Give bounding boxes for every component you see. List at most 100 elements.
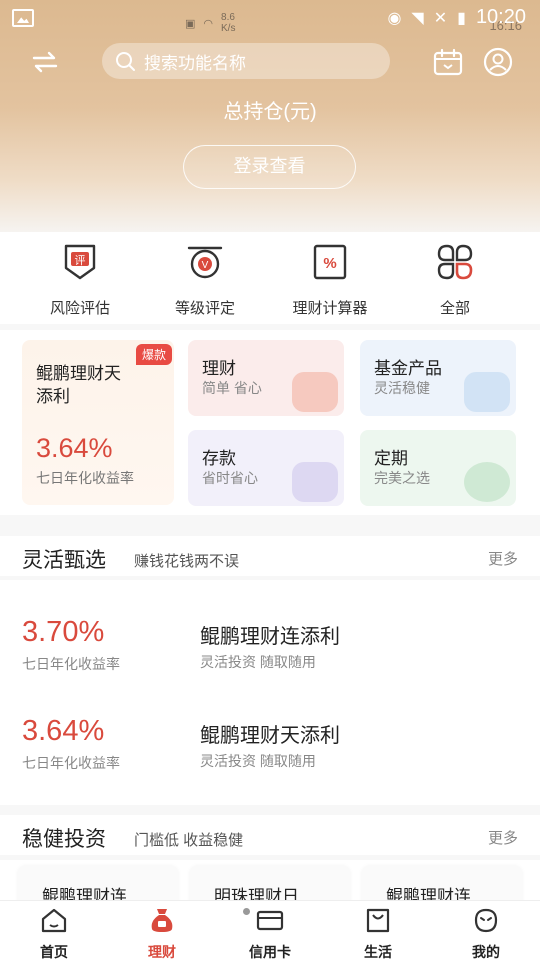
list-item[interactable]: 3.70% 七日年化收益率 鲲鹏理财连添利 灵活投资 随取随用 — [0, 612, 540, 684]
quick-action-all[interactable]: 全部 — [395, 242, 515, 318]
robust-more-link[interactable]: 更多 — [488, 827, 518, 848]
net-speed-value: 8.6 — [221, 12, 235, 23]
robust-card-title: 明珠理财日 — [214, 887, 299, 900]
switch-account-icon[interactable] — [30, 50, 60, 74]
section-subtitle: 门槛低 收益稳健 — [134, 832, 244, 849]
user-avatar-icon[interactable] — [483, 47, 513, 77]
robust-section-header: 稳健投资 门槛低 收益稳健 更多 — [0, 815, 540, 855]
wealth-bag-icon — [151, 909, 173, 932]
bottom-tab-bar: 首页 理财 信用卡 生活 我的 — [0, 900, 540, 960]
quick-action-label: 等级评定 — [174, 300, 235, 317]
featured-rate-label: 七日年化收益率 — [36, 470, 134, 486]
tab-label: 我的 — [472, 944, 500, 960]
hot-badge: 爆款 — [135, 344, 172, 365]
all-apps-icon — [437, 244, 473, 280]
calculator-icon: % — [313, 244, 347, 280]
risk-assessment-icon: 评 — [64, 244, 96, 280]
robust-card[interactable]: 鲲鹏理财连 — [362, 866, 522, 900]
home-icon — [41, 908, 67, 933]
status-right-group: ◉ ◥ ✕ ▮ 16:16 10:20 — [387, 6, 526, 33]
tab-label: 首页 — [40, 944, 68, 960]
level-rating-icon: V — [187, 246, 223, 279]
robust-card-title: 鲲鹏理财连 — [42, 887, 127, 900]
category-subtitle: 灵活稳健 — [374, 380, 430, 396]
tab-label: 生活 — [364, 944, 392, 960]
tab-life[interactable]: 生活 — [324, 907, 432, 960]
quick-action-calculator[interactable]: % 理财计算器 — [270, 242, 390, 318]
category-title: 定期 — [374, 449, 408, 468]
product-name: 鲲鹏理财连添利 — [200, 626, 340, 648]
search-placeholder: 搜索功能名称 — [144, 53, 246, 73]
category-card-deposit[interactable]: 存款 省时省心 — [188, 430, 344, 506]
flexible-more-link[interactable]: 更多 — [488, 548, 518, 569]
wifi-icon: ◠ — [203, 17, 214, 30]
category-subtitle: 简单 省心 — [202, 380, 262, 396]
search-bar[interactable]: 搜索功能名称 — [102, 43, 390, 79]
quick-action-level[interactable]: V 等级评定 — [145, 242, 265, 318]
featured-title: 鲲鹏理财天添利 — [36, 364, 121, 406]
profile-icon — [474, 908, 498, 933]
product-tags: 灵活投资 随取随用 — [200, 753, 316, 769]
section-title: 稳健投资 — [22, 828, 106, 851]
status-network-info: ▣ ◠ 8.6 K/s — [185, 12, 235, 34]
tab-label: 理财 — [148, 944, 176, 960]
category-card-fixed[interactable]: 定期 完美之选 — [360, 430, 516, 506]
quick-action-label: 理财计算器 — [292, 300, 368, 317]
product-rate-label: 七日年化收益率 — [22, 656, 120, 672]
net-speed-unit: K/s — [221, 23, 236, 34]
search-icon — [116, 52, 135, 71]
section-subtitle: 赚钱花钱两不误 — [134, 553, 240, 570]
eye-icon: ◉ — [387, 9, 402, 27]
quick-actions: 评 风险评估 V 等级评定 % 理财计算器 全部 — [0, 232, 540, 324]
product-name: 鲲鹏理财天添利 — [200, 725, 340, 747]
category-title: 理财 — [202, 359, 236, 378]
category-card-wealth[interactable]: 理财 简单 省心 — [188, 340, 344, 416]
quick-action-label: 全部 — [439, 300, 470, 317]
sim-icon: ▣ — [185, 17, 196, 30]
status-time: 10:20 — [475, 6, 526, 28]
category-title: 存款 — [202, 449, 236, 468]
product-rate: 3.70% — [22, 616, 105, 648]
mute-icon: ✕ — [433, 9, 448, 27]
robust-card[interactable]: 明珠理财日 — [190, 866, 350, 900]
tab-home[interactable]: 首页 — [0, 907, 108, 960]
featured-card[interactable]: 爆款 鲲鹏理财天添利 3.64% 七日年化收益率 — [22, 340, 174, 505]
category-card-fund[interactable]: 基金产品 灵活稳健 — [360, 340, 516, 416]
notification-dot — [243, 908, 250, 915]
piggy-bank-icon — [292, 462, 338, 502]
level-icon-glyph: V — [202, 260, 209, 271]
login-view-button[interactable]: 登录查看 — [183, 145, 356, 189]
list-item[interactable]: 3.64% 七日年化收益率 鲲鹏理财天添利 灵活投资 随取随用 — [0, 711, 540, 783]
featured-rate: 3.64% — [36, 433, 113, 463]
risk-icon-glyph: 评 — [75, 254, 86, 267]
flexible-product-list: 3.70% 七日年化收益率 鲲鹏理财连添利 灵活投资 随取随用 3.64% 七日… — [0, 580, 540, 805]
wifi-signal-icon: ◥ — [411, 9, 424, 27]
calendar-icon[interactable] — [433, 48, 463, 76]
product-rate-label: 七日年化收益率 — [22, 755, 120, 771]
quick-action-risk[interactable]: 评 风险评估 — [20, 242, 140, 318]
tab-credit-card[interactable]: 信用卡 — [216, 907, 324, 960]
section-title: 灵活甄选 — [22, 549, 106, 572]
robust-card-title: 鲲鹏理财连 — [386, 887, 471, 900]
flexible-section-header: 灵活甄选 赚钱花钱两不误 更多 — [0, 536, 540, 576]
robust-card[interactable]: 鲲鹏理财连 — [18, 866, 178, 900]
category-subtitle: 完美之选 — [374, 470, 430, 486]
robust-product-cards: 鲲鹏理财连 明珠理财日 鲲鹏理财连 — [0, 860, 540, 900]
product-cards: 爆款 鲲鹏理财天添利 3.64% 七日年化收益率 理财 简单 省心 基金产品 灵… — [0, 330, 540, 515]
wealth-deco-icon — [292, 372, 338, 412]
category-title: 基金产品 — [374, 359, 442, 378]
tab-mine[interactable]: 我的 — [432, 907, 540, 960]
credit-card-icon — [256, 910, 284, 931]
clock-deco-icon — [464, 462, 510, 502]
product-tags: 灵活投资 随取随用 — [200, 654, 316, 670]
tab-wealth[interactable]: 理财 — [108, 907, 216, 960]
gallery-notification-icon — [12, 9, 34, 27]
calculator-icon-glyph: % — [323, 255, 336, 272]
battery-icon: ▮ — [457, 9, 466, 27]
total-holdings-title: 总持仓(元) — [223, 101, 317, 123]
product-rate: 3.64% — [22, 715, 105, 747]
shopping-bag-icon — [366, 908, 390, 933]
tab-label: 信用卡 — [249, 944, 291, 960]
fund-deco-icon — [464, 372, 510, 412]
quick-action-label: 风险评估 — [49, 300, 110, 317]
